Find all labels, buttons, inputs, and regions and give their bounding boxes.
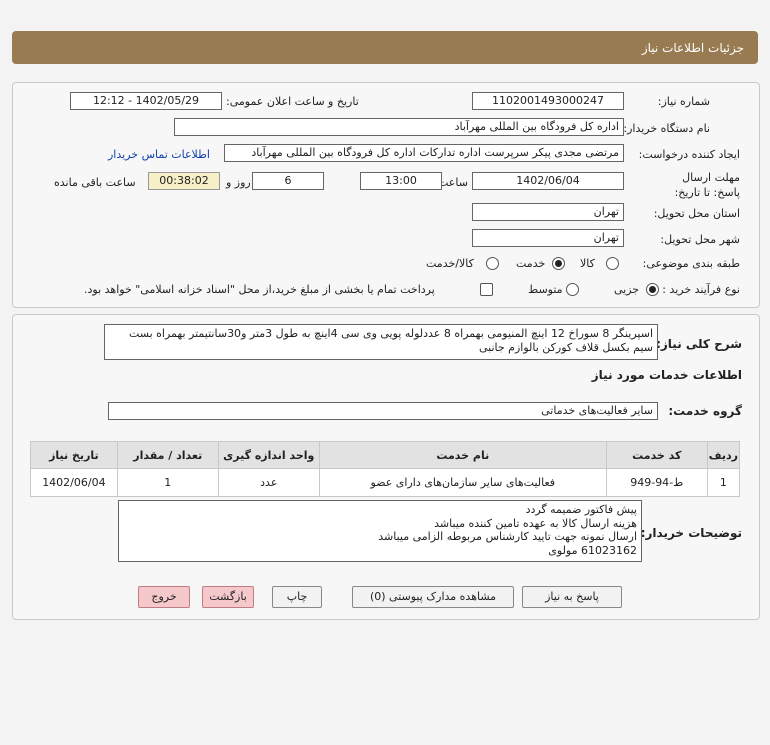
buyer-note-line: ارسال نمونه جهت تایید کارشناس مربوطه الز… [378, 530, 637, 543]
need-number-label: شماره نیاز: [657, 95, 710, 108]
buyer-notes-field: پیش فاکتور ضمیمه گردد هزینه ارسال کالا ب… [118, 500, 642, 562]
col-unit-header: واحد اندازه گیری [217, 441, 320, 469]
requester-label: ایجاد کننده درخواست: [638, 148, 740, 161]
city-label: شهر محل تحویل: [660, 233, 740, 246]
category-radio-goods[interactable] [606, 257, 619, 270]
process-radio-minor[interactable] [646, 283, 659, 296]
col-name-header: نام خدمت [318, 441, 607, 469]
buyer-contact-link[interactable]: اطلاعات تماس خریدار [108, 148, 210, 161]
service-group-field: سایر فعالیت‌های خدماتی [108, 402, 658, 420]
cell-date: 1402/06/04 [30, 468, 118, 497]
buyer-note-line: 61023162 مولوی [548, 543, 637, 557]
services-table: ردیف کد خدمت نام خدمت واحد اندازه گیری ت… [30, 441, 741, 497]
process-medium-label: متوسط [528, 283, 563, 296]
days-field: 6 [252, 172, 324, 190]
category-radio-goods-service[interactable] [486, 257, 499, 270]
remaining-time-field: 00:38:02 [148, 172, 220, 190]
table-row: 1 ط-94-949 فعالیت‌های سایر سازمان‌های دا… [30, 468, 741, 497]
page-title: جزئیات اطلاعات نیاز [641, 41, 744, 55]
province-field: تهران [472, 203, 624, 221]
col-code-header: کد خدمت [605, 441, 708, 469]
process-label: نوع فرآیند خرید : [662, 283, 740, 296]
province-label: استان محل تحویل: [653, 207, 740, 220]
deadline-time-field: 13:00 [360, 172, 442, 190]
deadline-date-field: 1402/06/04 [472, 172, 624, 190]
announce-label: تاریخ و ساعت اعلان عمومی: [226, 95, 359, 108]
treasury-note: پرداخت تمام یا بخشی از مبلغ خرید،از محل … [84, 283, 435, 296]
deadline-label: مهلت ارسال پاسخ: تا تاریخ: [674, 171, 740, 199]
deadline-hour-label: ساعت [438, 176, 468, 189]
buyer-org-label: نام دستگاه خریدار: [623, 122, 710, 135]
description-field: اسپرینگر 8 سوراخ 12 اینچ المنیومی بهمراه… [104, 324, 658, 360]
service-group-label: گروه خدمت: [668, 404, 742, 418]
requester-field: مرتضی مجدی پیکر سرپرست اداره تدارکات ادا… [224, 144, 624, 162]
city-field: تهران [472, 229, 624, 247]
need-info-panel [12, 82, 760, 308]
category-label: طبقه بندی موضوعی: [642, 257, 740, 270]
description-label: شرح کلی نیاز: [656, 337, 742, 351]
back-button[interactable]: بازگشت [202, 586, 254, 608]
buyer-note-line: پیش فاکتور ضمیمه گردد [525, 503, 637, 516]
category-service-label: خدمت [516, 257, 546, 270]
col-date-header: تاریخ نیاز [30, 441, 118, 469]
cell-unit: عدد [217, 468, 320, 497]
buyer-note-line: هزینه ارسال کالا به عهده تامین کننده میب… [434, 516, 637, 530]
category-goods-label: کالا [580, 257, 595, 270]
need-number-field: 1102001493000247 [472, 92, 624, 110]
cell-name: فعالیت‌های سایر سازمان‌های دارای عضو [318, 468, 607, 497]
attachments-button[interactable]: مشاهده مدارک پیوستی (0) [352, 586, 514, 608]
services-title: اطلاعات خدمات مورد نیاز [591, 368, 742, 382]
reply-button[interactable]: پاسخ به نیاز [522, 586, 622, 608]
col-qty-header: تعداد / مقدار [116, 441, 219, 469]
cell-row: 1 [706, 468, 741, 497]
announce-field: 1402/05/29 - 12:12 [70, 92, 222, 110]
exit-button[interactable]: خروج [138, 586, 190, 608]
cell-code: ط-94-949 [605, 468, 708, 497]
col-row-header: ردیف [706, 441, 741, 469]
buyer-org-field: اداره کل فرودگاه بین المللی مهرآباد [174, 118, 624, 136]
print-button[interactable]: چاپ [272, 586, 322, 608]
cell-qty: 1 [116, 468, 219, 497]
treasury-checkbox[interactable] [480, 283, 493, 296]
page-header: جزئیات اطلاعات نیاز [12, 31, 758, 64]
table-header-row: ردیف کد خدمت نام خدمت واحد اندازه گیری ت… [30, 441, 741, 469]
buyer-notes-label: توضیحات خریدار: [640, 526, 742, 540]
remaining-label: ساعت باقی مانده [54, 176, 136, 189]
days-label: روز و [226, 176, 251, 189]
process-radio-medium[interactable] [566, 283, 579, 296]
category-radio-service[interactable] [552, 257, 565, 270]
category-goods-service-label: کالا/خدمت [426, 257, 474, 270]
process-minor-label: جزیی [614, 283, 640, 296]
